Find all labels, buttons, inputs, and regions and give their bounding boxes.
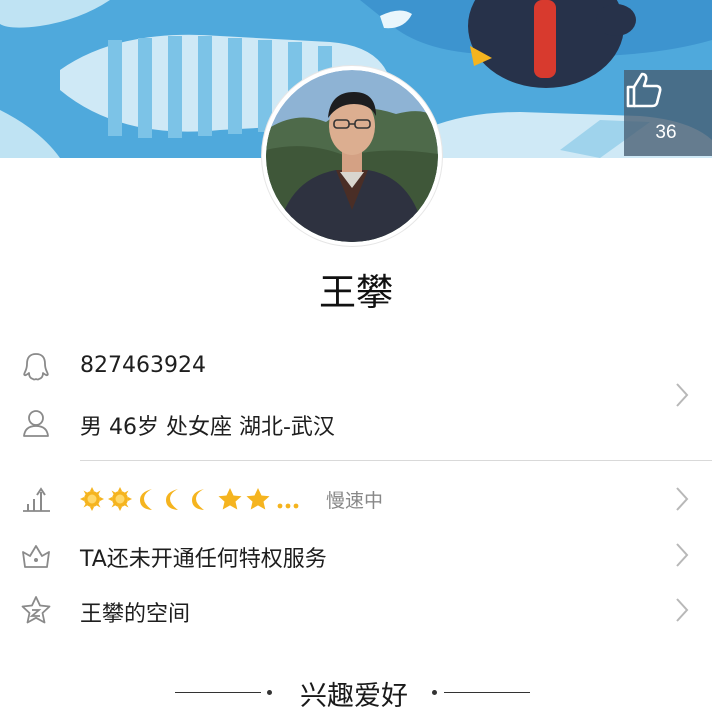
chevron-right-icon[interactable] — [672, 595, 692, 625]
qzone-label: 王攀的空间 — [80, 602, 191, 627]
crown-icon — [22, 545, 50, 568]
personal-info-row: 男 46岁 处女座 湖北-武汉 — [0, 402, 712, 442]
interests-heading: 兴趣爱好 — [300, 681, 408, 708]
level-chart-icon — [23, 487, 50, 512]
user-icon — [23, 410, 49, 437]
qq-penguin-icon — [23, 353, 49, 381]
section-divider — [80, 460, 712, 461]
heading-line-left — [175, 692, 261, 693]
like-count: 36 — [655, 122, 677, 143]
moon-badge-icon — [192, 489, 204, 510]
privileges-text: TA还未开通任何特权服务 — [80, 547, 327, 572]
qq-number-row: 827463924 — [0, 346, 712, 386]
chevron-right-icon[interactable] — [672, 380, 692, 410]
heading-dot-left — [267, 690, 272, 695]
thumbs-up-icon — [626, 72, 662, 108]
star-badge-icon — [246, 488, 270, 510]
moon-badge-icon — [166, 489, 178, 510]
profile-name: 王攀 — [319, 271, 393, 314]
personal-details: 男 46岁 处女座 湖北-武汉 — [80, 415, 335, 440]
qzone-row[interactable]: 王攀的空间 — [0, 589, 712, 629]
level-speed-status: 慢速中 — [326, 490, 384, 512]
moon-badge-icon — [140, 489, 152, 510]
interests-section-header: 兴趣爱好 — [0, 672, 712, 708]
heading-dot-right — [432, 690, 437, 695]
chevron-right-icon[interactable] — [672, 484, 692, 514]
sun-badge-icon — [108, 487, 132, 511]
like-button[interactable]: 36 — [624, 70, 712, 156]
sun-badge-icon — [80, 487, 104, 511]
avatar-photo — [266, 70, 438, 242]
star-badge-icon — [218, 488, 242, 510]
avatar[interactable] — [262, 66, 442, 246]
qq-number: 827463924 — [80, 353, 206, 378]
qzone-star-icon — [21, 596, 51, 624]
level-badges — [80, 486, 304, 512]
heading-line-right — [444, 692, 530, 693]
privileges-row[interactable]: TA还未开通任何特权服务 — [0, 534, 712, 574]
chevron-right-icon[interactable] — [672, 540, 692, 570]
